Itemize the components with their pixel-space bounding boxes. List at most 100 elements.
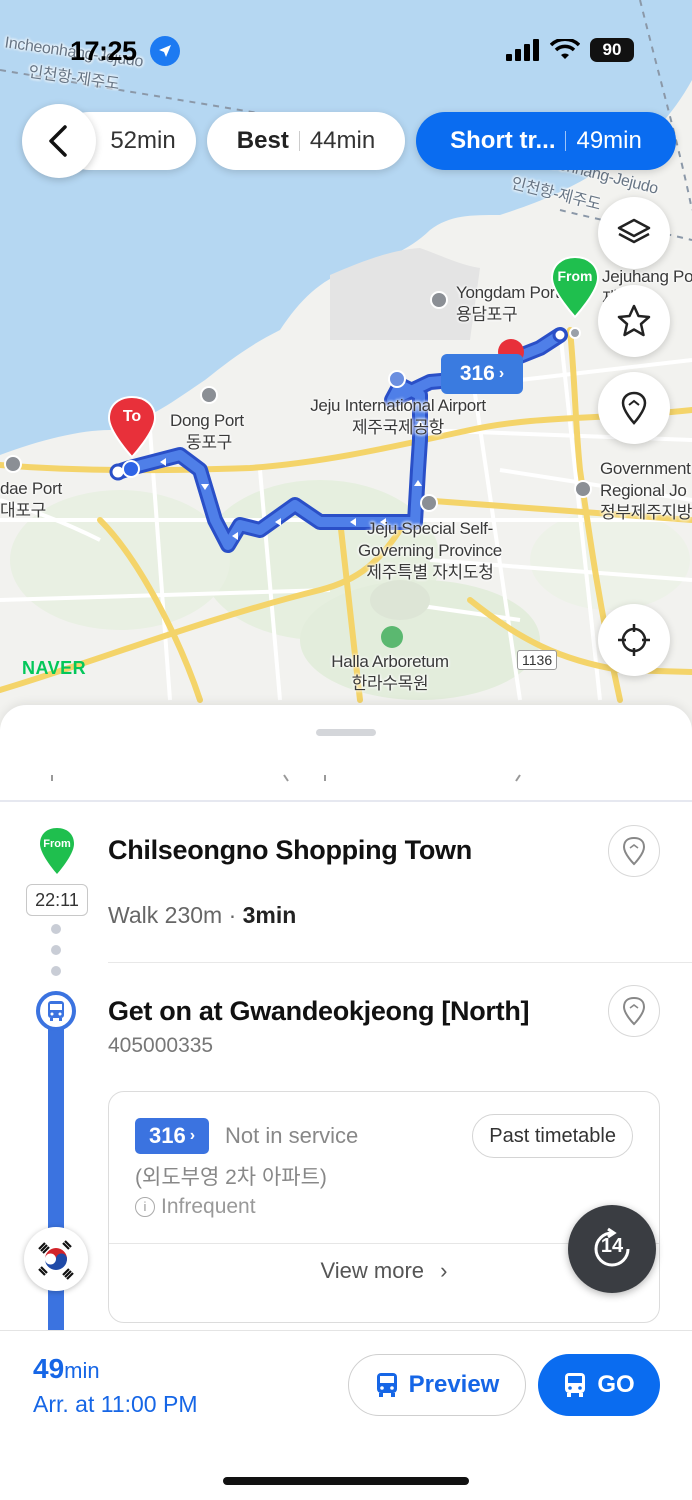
airport-label-en: Jeju International Airport (310, 396, 486, 415)
route-option-short-transfer[interactable]: Short tr... 49min (416, 112, 676, 170)
dong-port-label-ko: 동포구 (186, 433, 233, 452)
info-icon: i (135, 1197, 155, 1217)
my-location-button[interactable] (598, 604, 670, 676)
walk-dot (51, 924, 61, 934)
total-duration: 49min (33, 1353, 100, 1385)
map-pin-icon (622, 996, 646, 1026)
sheet-drag-handle[interactable] (316, 729, 376, 736)
preview-button[interactable]: Preview (348, 1354, 526, 1416)
gov-poi-icon (420, 494, 438, 512)
chevron-right-icon: › (189, 1127, 196, 1144)
bus-step-marker (36, 991, 76, 1031)
dong-port-label-en: Dong Port (170, 411, 244, 430)
map-bus-number: 316 (459, 362, 495, 385)
map-bus-tag[interactable]: 316 › (441, 354, 523, 394)
total-duration-unit: min (64, 1358, 100, 1383)
row-divider (108, 962, 692, 963)
past-timetable-button[interactable]: Past timetable (472, 1114, 633, 1158)
refresh-button[interactable]: 14 (568, 1205, 656, 1293)
status-right: 90 (506, 38, 634, 62)
road-number-badge: 1136 (517, 650, 558, 670)
arboretum-label-ko: 한라수목원 (351, 674, 429, 693)
walk-dot (51, 945, 61, 955)
walk-duration: 3min (242, 902, 297, 928)
yongdam-label-en: Yongdam Port (456, 283, 560, 302)
walk-dot (51, 966, 61, 976)
chevron-right-icon: › (498, 365, 505, 382)
collapsed-timeline-marks (51, 774, 521, 782)
back-button[interactable] (22, 104, 96, 178)
naver-logo: NAVER (22, 658, 87, 678)
dae-port-label-ko: 대포구 (0, 501, 47, 520)
status-time: 17:25 (70, 36, 137, 66)
origin-marker-label: From (43, 838, 71, 850)
gov-office-label-3: 정부제주지방 (600, 503, 692, 522)
chevron-left-icon (49, 125, 67, 157)
korea-flag-icon (32, 1235, 80, 1283)
gov-office-label-1: Government (600, 459, 691, 478)
departure-time: 22:11 (26, 884, 88, 916)
route-option-short-time: 49min (576, 127, 642, 154)
province-label-1: Jeju Special Self- (367, 519, 493, 538)
from-marker-icon (40, 828, 74, 874)
boarding-location-button[interactable] (608, 985, 660, 1037)
refresh-countdown: 14 (600, 1235, 624, 1257)
province-label-ko: 제주특별 자치도청 (366, 563, 494, 582)
bottom-action-bar: 49min Arr. at 11:00 PM Preview GO (0, 1330, 692, 1500)
yongdam-label-ko: 용담포구 (456, 305, 518, 324)
gov-office-label-2: Regional Jo (600, 481, 687, 500)
origin-location-button[interactable] (608, 825, 660, 877)
bus-route-badge[interactable]: 316 › (135, 1118, 209, 1154)
province-label-2: Governing Province (358, 541, 502, 560)
route-option-best-label: Best (236, 127, 289, 154)
bus-info-card: 316 › Not in service Past timetable (외도부… (108, 1091, 660, 1323)
favorite-button[interactable] (598, 285, 670, 357)
go-button[interactable]: GO (538, 1354, 660, 1416)
to-pin[interactable]: To (107, 395, 157, 459)
home-indicator[interactable] (223, 1477, 469, 1485)
jejuhang-label-en: Jejuhang Port (602, 267, 692, 286)
dae-port-poi-icon (4, 455, 22, 473)
from-pin[interactable]: From (550, 255, 600, 319)
sheet-divider (0, 800, 692, 802)
arboretum-label-en: Halla Arboretum (331, 652, 449, 671)
boarding-stop-title: Get on at Gwandeokjeong [North] (108, 996, 530, 1026)
route-option-1-time: 52min (110, 127, 176, 154)
total-duration-value: 49 (33, 1353, 65, 1384)
port-poi-icon (430, 291, 448, 309)
preview-label: Preview (408, 1371, 500, 1398)
location-services-icon (150, 36, 180, 66)
stop-id: 405000335 (108, 1034, 214, 1057)
from-pin-icon (550, 255, 600, 319)
bus-icon (48, 1001, 64, 1021)
crosshair-icon (618, 624, 650, 656)
bus-frequency: i Infrequent (135, 1195, 256, 1219)
map-view[interactable]: Incheonhang-Jejudo 인천항-제주도 Incheonhang-J… (0, 0, 692, 730)
korea-flag-button[interactable] (24, 1227, 88, 1291)
bus-route-number: 316 (148, 1123, 186, 1148)
signal-icon (506, 39, 539, 61)
go-label: GO (597, 1371, 635, 1398)
bus-destination: (외도부영 2차 아파트) (135, 1166, 327, 1189)
bus-icon (376, 1373, 397, 1397)
bus-frequency-label: Infrequent (161, 1195, 256, 1218)
map-pin-icon (622, 836, 646, 866)
route-option-best[interactable]: Best 44min (207, 112, 405, 170)
battery-indicator: 90 (590, 38, 634, 62)
bus-icon (565, 1373, 586, 1397)
layers-button[interactable] (598, 197, 670, 269)
view-more-label: View more (320, 1258, 425, 1283)
place-button[interactable] (598, 372, 670, 444)
dae-port-label-en: dae Port (0, 479, 62, 498)
chevron-right-icon: › (440, 1258, 448, 1283)
dong-port-poi-icon (200, 386, 218, 404)
origin-marker: From (38, 827, 76, 875)
walk-info: Walk 230m · 3min (108, 902, 297, 928)
route-option-best-time: 44min (309, 127, 376, 154)
map-canvas (0, 0, 692, 730)
wifi-icon (550, 39, 580, 59)
route-option-short-label: Short tr... (450, 127, 556, 154)
from-pin-label: From (557, 268, 593, 284)
layers-icon (617, 218, 651, 244)
origin-name: Chilseongno Shopping Town (108, 835, 472, 865)
